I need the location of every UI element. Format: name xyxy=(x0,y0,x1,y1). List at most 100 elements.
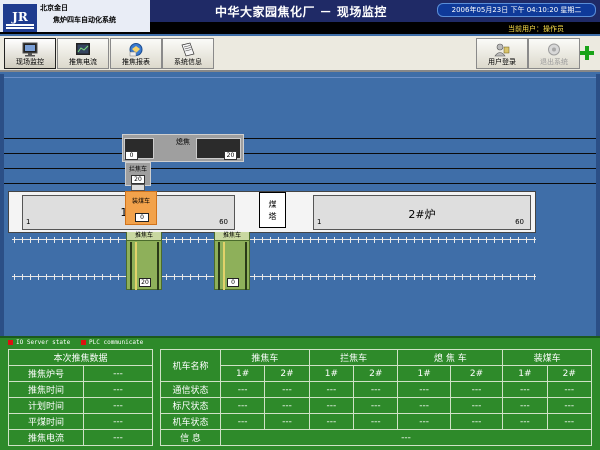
rail-tie xyxy=(358,237,359,243)
exit-icon xyxy=(548,43,560,56)
rail-tie xyxy=(454,274,455,280)
tab-field-monitor[interactable]: 现场监控 xyxy=(4,38,56,69)
cell: --- xyxy=(219,397,266,414)
pusher-car-2[interactable]: 推焦车 0 xyxy=(214,232,250,290)
cell: --- xyxy=(353,381,399,398)
rail-tie xyxy=(182,237,183,243)
sub-header: 2# xyxy=(264,365,310,382)
oven-start: 1 xyxy=(26,218,31,226)
rail-line xyxy=(4,168,596,169)
oven-2[interactable]: 2#炉 1 60 xyxy=(313,195,531,230)
rail-tie xyxy=(302,237,303,243)
rail-tie xyxy=(494,237,495,243)
rail-tie xyxy=(510,237,511,243)
rail-tie xyxy=(406,274,407,280)
rail-tie xyxy=(278,237,279,243)
rail-tie xyxy=(366,274,367,280)
oven-name: 2#炉 xyxy=(408,208,436,221)
group-header: 推焦车 xyxy=(220,349,310,366)
rail-tie xyxy=(102,274,103,280)
pusher-car-1[interactable]: 推焦车 20 xyxy=(126,232,162,290)
rail-tie xyxy=(478,274,479,280)
rail-tie xyxy=(342,237,343,243)
rail-tie xyxy=(414,274,415,280)
rail-tie xyxy=(70,274,71,280)
tab-system-info[interactable]: 系统信息 xyxy=(162,38,214,69)
report-icon xyxy=(129,43,143,57)
rail-tie xyxy=(382,237,383,243)
cell: --- xyxy=(264,413,310,430)
rail-tie xyxy=(310,274,311,280)
rail-tie xyxy=(270,274,271,280)
rail-tie xyxy=(166,237,167,243)
logo-area: JR 北京金日 焦炉四车自动化系统 xyxy=(0,0,150,34)
row-value: --- xyxy=(83,381,153,398)
tab-push-current[interactable]: 推焦电流 xyxy=(57,38,109,69)
coal-charging-car[interactable]: 装煤车 0 xyxy=(125,191,157,225)
rail-tie xyxy=(294,237,295,243)
rail-tie xyxy=(254,237,255,243)
sub-header: 1# xyxy=(397,365,451,382)
add-icon[interactable] xyxy=(579,45,595,61)
oven-end: 60 xyxy=(515,218,524,226)
car-label: 推焦车 xyxy=(215,232,249,241)
user-login-button[interactable]: 用户登录 xyxy=(476,38,528,69)
group-header: 熄 焦 车 xyxy=(397,349,504,366)
rail-line xyxy=(4,183,596,184)
field-monitor-scene: 熄焦 0 20 拦焦车 20 1# 1 60 2#炉 1 60 煤 塔 装煤车 … xyxy=(0,74,600,336)
tab-label: 系统信息 xyxy=(174,58,202,66)
rail-tie xyxy=(446,274,447,280)
rail-tie xyxy=(54,274,55,280)
rail-tie xyxy=(374,274,375,280)
rail-tie xyxy=(38,237,39,243)
rail-tie xyxy=(518,274,519,280)
rail-tie xyxy=(430,274,431,280)
rail-tie xyxy=(422,237,423,243)
row-value: --- xyxy=(83,397,153,414)
rail-tie xyxy=(462,274,463,280)
rail-tie xyxy=(190,237,191,243)
tab-label: 推焦报表 xyxy=(122,58,150,66)
car-label: 拦焦车 xyxy=(128,166,147,173)
rail-tie xyxy=(54,237,55,243)
rail-tie xyxy=(198,237,199,243)
rail-tie xyxy=(110,237,111,243)
rail-tie xyxy=(374,237,375,243)
tab-push-report[interactable]: 推焦报表 xyxy=(110,38,162,69)
user-login-icon xyxy=(494,43,510,57)
row-value: --- xyxy=(83,413,153,430)
row-label: 机车状态 xyxy=(160,413,221,430)
rail-tie xyxy=(390,274,391,280)
rail-tie xyxy=(350,274,351,280)
rail-tie xyxy=(270,237,271,243)
row-value: --- xyxy=(83,365,153,382)
rail-tie xyxy=(262,237,263,243)
rail-tie xyxy=(422,274,423,280)
rail-tie xyxy=(118,237,119,243)
rail-tie xyxy=(86,237,87,243)
cell: --- xyxy=(449,397,504,414)
row-label: 推焦时间 xyxy=(8,381,84,398)
coal-tower[interactable]: 煤 塔 xyxy=(259,192,286,228)
rail-tie xyxy=(462,237,463,243)
name-header: 机车名称 xyxy=(160,349,221,382)
value-box: 0 xyxy=(135,213,149,222)
row-label: 标尺状态 xyxy=(160,397,221,414)
info-value: --- xyxy=(220,429,592,446)
value-box: 20 xyxy=(131,175,145,184)
tower-label-bottom: 塔 xyxy=(268,212,277,221)
rail-tie xyxy=(342,274,343,280)
rail-tie xyxy=(70,237,71,243)
rail-tie xyxy=(318,274,319,280)
rail-tie xyxy=(78,237,79,243)
sub-header: 2# xyxy=(546,365,593,382)
header-bar: JR 北京金日 焦炉四车自动化系统 中华大家园焦化厂 － 现场监控 2006年0… xyxy=(0,0,600,34)
value-box: 0 xyxy=(125,151,138,160)
rail-tie xyxy=(414,237,415,243)
exit-system-button[interactable]: 退出系统 xyxy=(528,38,580,69)
tab-label: 现场监控 xyxy=(16,58,44,66)
track-lower xyxy=(12,274,536,280)
cell: --- xyxy=(546,381,593,398)
rail-tie xyxy=(286,237,287,243)
io-state-indicator xyxy=(8,340,13,345)
